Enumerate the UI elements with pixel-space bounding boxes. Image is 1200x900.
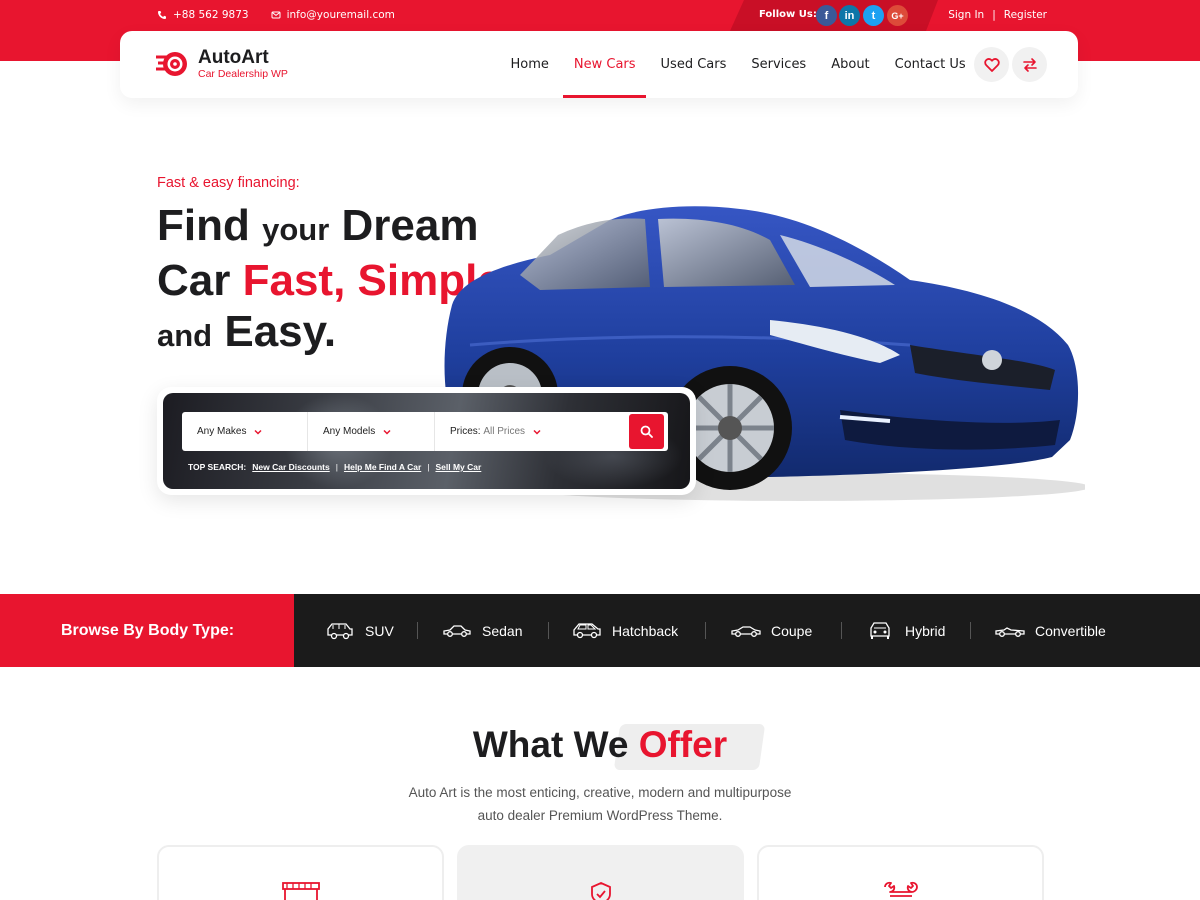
search-fields: Any Makes Any Models Prices: All Prices: [182, 412, 668, 451]
showroom-icon: [281, 882, 320, 900]
phone-icon: [158, 11, 166, 19]
link-separator: |: [335, 462, 338, 472]
offer-title-highlight: Offer: [638, 724, 728, 765]
offer-description: Auto Art is the most enticing, creative,…: [350, 781, 850, 827]
prices-select[interactable]: Prices: All Prices: [435, 412, 625, 451]
body-type-label: Hybrid: [905, 622, 946, 639]
nav-new-cars[interactable]: New Cars: [561, 31, 648, 98]
nav-used-cars[interactable]: Used Cars: [648, 31, 739, 98]
twitter-icon[interactable]: t: [863, 5, 884, 26]
hybrid-icon: [870, 621, 890, 639]
headline-word: your: [262, 212, 330, 247]
headline-word: and: [157, 318, 213, 353]
offer-card[interactable]: [157, 845, 444, 900]
divider: [705, 622, 706, 639]
divider: [548, 622, 549, 639]
heart-icon: [983, 57, 1000, 72]
email-icon: [271, 11, 281, 19]
auth-links: Sign In | Register: [948, 9, 1047, 21]
follow-us-bar: Follow Us: f in t G+: [730, 0, 938, 31]
contact-info: +88 562 9873 info@youremail.com: [157, 9, 395, 21]
offer-description-line: auto dealer Premium WordPress Theme.: [477, 808, 723, 823]
body-type-coupe[interactable]: Coupe: [731, 594, 812, 667]
divider: [841, 622, 842, 639]
facebook-icon[interactable]: f: [816, 5, 837, 26]
sign-in-link[interactable]: Sign In: [948, 9, 984, 21]
phone-contact[interactable]: +88 562 9873: [157, 9, 249, 21]
brand-name: AutoArt: [198, 47, 269, 68]
nav-contact-us[interactable]: Contact Us: [882, 31, 978, 98]
divider: [970, 622, 971, 639]
brand-tagline: Car Dealership WP: [198, 68, 288, 80]
new-car-discounts-link[interactable]: New Car Discounts: [252, 462, 329, 472]
search-panel-background: Any Makes Any Models Prices: All Prices …: [163, 393, 690, 489]
offer-section-title: What We Offer: [0, 724, 1200, 766]
body-type-list: SUV Sedan Hatchback Coupe Hybrid Convert…: [294, 594, 1200, 667]
email-contact[interactable]: info@youremail.com: [271, 9, 395, 21]
nav-services[interactable]: Services: [739, 31, 819, 98]
site-logo[interactable]: AutoArt Car Dealership WP: [156, 48, 288, 80]
main-header: AutoArt Car Dealership WP Home New Cars …: [120, 31, 1078, 98]
compare-button[interactable]: [1012, 47, 1047, 82]
hatchback-icon: [573, 622, 601, 638]
sedan-icon: [443, 624, 471, 637]
models-select-value: Any Models: [323, 426, 376, 437]
wrench-icon: [883, 881, 918, 897]
wishlist-button[interactable]: [974, 47, 1009, 82]
body-type-convertible[interactable]: Convertible: [995, 594, 1106, 667]
body-type-label: Hatchback: [612, 622, 679, 639]
car-search-panel: Any Makes Any Models Prices: All Prices …: [157, 387, 696, 495]
models-select[interactable]: Any Models: [308, 412, 435, 451]
body-type-label: SUV: [365, 622, 394, 639]
offer-title-text: What We: [472, 724, 629, 765]
chevron-down-icon: [254, 429, 262, 435]
compare-arrows-icon: [1022, 57, 1037, 72]
linkedin-icon[interactable]: in: [839, 5, 860, 26]
convertible-icon: [995, 626, 1025, 637]
suv-icon: [327, 622, 353, 639]
top-search-label: TOP SEARCH:: [188, 462, 247, 472]
sell-my-car-link[interactable]: Sell My Car: [435, 462, 481, 472]
prices-label: Prices:: [450, 426, 481, 437]
body-type-label: Convertible: [1035, 622, 1106, 639]
headline-word: Easy.: [224, 307, 337, 356]
body-type-sedan[interactable]: Sedan: [442, 594, 522, 667]
offer-card[interactable]: [757, 845, 1044, 900]
makes-select-value: Any Makes: [197, 426, 247, 437]
help-me-find-a-car-link[interactable]: Help Me Find A Car: [344, 462, 421, 472]
coupe-icon: [731, 625, 761, 637]
nav-home[interactable]: Home: [498, 31, 561, 98]
search-icon: [640, 425, 653, 438]
link-separator: |: [427, 462, 430, 472]
body-type-label: Coupe: [771, 622, 813, 639]
main-navigation: Home New Cars Used Cars Services About C…: [498, 31, 978, 98]
offer-card[interactable]: [457, 845, 744, 900]
nav-about[interactable]: About: [819, 31, 882, 98]
logo-text: AutoArt Car Dealership WP: [198, 47, 288, 81]
prices-select-value: All Prices: [483, 426, 526, 437]
search-button[interactable]: [629, 414, 664, 449]
body-type-hatchback[interactable]: Hatchback: [572, 594, 678, 667]
phone-number: +88 562 9873: [173, 9, 249, 21]
auth-divider: |: [992, 9, 996, 21]
logo-wheel-icon: [156, 52, 187, 76]
hero-kicker: Fast & easy financing:: [157, 175, 300, 191]
makes-select[interactable]: Any Makes: [182, 412, 308, 451]
chevron-down-icon: [533, 429, 541, 435]
body-type-suv[interactable]: SUV: [325, 594, 394, 667]
divider: [417, 622, 418, 639]
email-address: info@youremail.com: [286, 9, 395, 21]
body-type-label: Sedan: [482, 622, 523, 639]
follow-us-label: Follow Us:: [759, 9, 817, 20]
body-type-hybrid[interactable]: Hybrid: [865, 594, 945, 667]
register-link[interactable]: Register: [1004, 9, 1047, 21]
chevron-down-icon: [383, 429, 391, 435]
browse-body-type-title: Browse By Body Type:: [0, 594, 294, 667]
offer-description-line: Auto Art is the most enticing, creative,…: [408, 785, 792, 800]
top-search-links: TOP SEARCH: New Car Discounts | Help Me …: [188, 462, 481, 472]
shield-check-icon: [590, 882, 611, 900]
headline-word: Find: [157, 201, 250, 250]
headline-word: Car: [157, 256, 231, 305]
google-plus-icon[interactable]: G+: [887, 5, 908, 26]
